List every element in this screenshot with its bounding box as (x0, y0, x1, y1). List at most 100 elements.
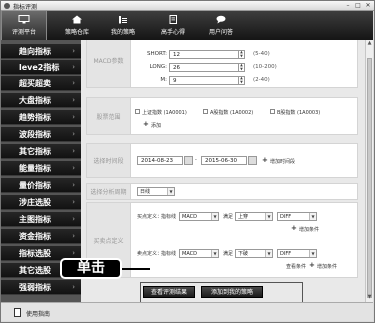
home-icon (72, 15, 82, 24)
tab-expert-insights[interactable]: 高手心得 (153, 11, 193, 40)
tab-my-strategy[interactable]: 我的策略 (103, 11, 143, 40)
buy-mid: 指标线 (161, 214, 177, 220)
sidebar-item-label: 指标选股 (19, 249, 51, 258)
sell-add-condition-link[interactable]: 增加条件 (317, 263, 337, 270)
sell-prefix: 卖点定义： (137, 251, 163, 257)
param-stepper[interactable]: 12 ▲ ▼ (169, 50, 245, 59)
tab-label: 高手心得 (160, 29, 185, 36)
close-button[interactable]: ✕ (364, 2, 372, 9)
chevron-down-icon: ▼ (167, 188, 174, 195)
click-callout: 单击 (60, 258, 122, 279)
plus-icon[interactable]: + (291, 225, 297, 232)
chevron-down-icon: ▼ (309, 213, 316, 220)
vertical-scrollbar[interactable]: ▲ ▼ (365, 40, 373, 302)
sidebar-item[interactable]: 资金指标 › (1, 229, 81, 244)
select-value: DIFF (280, 214, 292, 220)
period-select[interactable]: 日线 ▼ (137, 187, 175, 196)
view-condition-link[interactable]: 查看条件 (286, 263, 306, 270)
section-label: MACD参数 (87, 40, 131, 87)
sidebar-item-label: 强弱指标 (19, 283, 51, 292)
tab-user-qa[interactable]: 用户问答 (201, 11, 241, 40)
end-date-field[interactable]: 2015-06-30 (201, 156, 247, 165)
scroll-thumb[interactable] (367, 58, 372, 298)
sidebar-item-label: 资金指标 (19, 232, 51, 241)
chevron-down-icon: ▼ (211, 250, 218, 257)
sidebar-item[interactable]: 能量指标 › (1, 161, 81, 176)
spin-arrows-icon[interactable]: ▲ ▼ (238, 63, 244, 71)
plus-icon[interactable]: + (143, 121, 149, 128)
sidebar-item[interactable]: 主图指标 › (1, 212, 81, 227)
monitor-icon (18, 15, 30, 24)
buy-add-condition-link[interactable]: 增加条件 (299, 226, 319, 233)
start-date-value: 2014-08-23 (141, 158, 173, 164)
calendar-icon[interactable] (184, 156, 193, 165)
param-stepper[interactable]: 9 ▲ ▼ (169, 76, 245, 85)
sell-op-prefix: 满足 (223, 251, 234, 257)
chevron-down-icon: ▼ (265, 250, 272, 257)
spin-arrows-icon[interactable]: ▲ ▼ (238, 50, 244, 58)
index-item: B股指数 (1A0003) (277, 110, 321, 116)
add-time-range-link[interactable]: 增加时间段 (270, 158, 295, 165)
scroll-up-icon[interactable]: ▲ (366, 40, 373, 47)
params-section: MACD参数 SHORT: 12 ▲ ▼ (5-40) LONG: 26 ▲ ▼ (10… (86, 40, 358, 88)
user-guide-link[interactable]: 使用指南 (26, 309, 50, 318)
sidebar-item[interactable]: 强弱指标 › (1, 280, 81, 295)
chevron-right-icon: › (72, 130, 75, 138)
select-value: 下破 (238, 251, 249, 257)
select-value: MACD (182, 251, 197, 257)
param-value: 9 (173, 78, 177, 84)
tab-evaluation-platform[interactable]: 评测平台 (1, 11, 47, 40)
minimize-button[interactable]: – (344, 2, 352, 9)
index-checkbox[interactable] (270, 109, 275, 114)
section-label: 选择分析周期 (87, 184, 131, 199)
select-value: 上穿 (238, 214, 249, 220)
sidebar-item[interactable]: 趋势指标 › (1, 110, 81, 125)
buy-op-select[interactable]: 上穿 ▼ (235, 212, 273, 221)
scroll-down-icon[interactable]: ▼ (366, 294, 373, 301)
buy-target-select[interactable]: DIFF ▼ (277, 212, 317, 221)
chevron-right-icon: › (72, 232, 75, 240)
index-item: A股指数 (1A0002) (210, 110, 254, 116)
tab-strategy-warehouse[interactable]: 策略仓库 (57, 11, 97, 40)
plus-icon[interactable]: + (262, 157, 268, 164)
chevron-down-icon: ▼ (265, 213, 272, 220)
index-checkbox[interactable] (135, 109, 140, 114)
sidebar-item[interactable]: 其它指标 › (1, 144, 81, 159)
sell-op-select[interactable]: 下破 ▼ (235, 249, 273, 258)
window-title: 指标评测 (13, 4, 38, 11)
sidebar-item-label: 趋势指标 (19, 113, 51, 122)
param-value: 12 (173, 52, 180, 58)
sidebar-item[interactable]: 波段指标 › (1, 127, 81, 142)
tab-label: 策略仓库 (64, 29, 89, 36)
sidebar-item-label: 能量指标 (19, 164, 51, 173)
sell-target-select[interactable]: DIFF ▼ (277, 249, 317, 258)
main-panel: MACD参数 SHORT: 12 ▲ ▼ (5-40) LONG: 26 ▲ ▼ (10… (81, 40, 365, 302)
sidebar-item[interactable]: 涉庄选股 › (1, 195, 81, 210)
calendar-icon[interactable] (248, 156, 257, 165)
sell-mid: 指标线 (161, 251, 177, 257)
buy-sell-section: 买卖点定义 买点定义： 指标线 MACD ▼ 满足 上穿 ▼ DIFF ▼ + 增加条… (86, 202, 358, 278)
chevron-right-icon: › (72, 283, 75, 291)
sidebar-item-label: 主图指标 (19, 215, 51, 224)
spin-arrows-icon[interactable]: ▲ ▼ (238, 76, 244, 84)
sidebar-item[interactable]: 超买超卖 › (1, 76, 81, 91)
sidebar-item[interactable]: 大盘指标 › (1, 93, 81, 108)
buy-line-select[interactable]: MACD ▼ (179, 212, 219, 221)
index-item: 上证指数 (1A0001) (142, 110, 187, 116)
sell-line-select[interactable]: MACD ▼ (179, 249, 219, 258)
index-checkbox[interactable] (203, 109, 208, 114)
sidebar-item[interactable]: leve2指标 › (1, 60, 81, 75)
guide-icon[interactable] (14, 308, 21, 317)
param-stepper[interactable]: 26 ▲ ▼ (169, 63, 245, 72)
end-date-value: 2015-06-30 (205, 158, 237, 164)
sidebar-item[interactable]: 趋向指标 › (1, 44, 81, 59)
start-date-field[interactable]: 2014-08-23 (137, 156, 183, 165)
sidebar-item-label: 超买超卖 (19, 79, 51, 88)
chat-icon (216, 15, 226, 24)
plus-icon[interactable]: + (309, 262, 315, 269)
period-value: 日线 (140, 189, 151, 195)
select-value: DIFF (280, 251, 292, 257)
add-index-link[interactable]: 添加 (151, 122, 161, 129)
sidebar-item[interactable]: 量价指标 › (1, 178, 81, 193)
maximize-button[interactable]: □ (354, 2, 362, 9)
